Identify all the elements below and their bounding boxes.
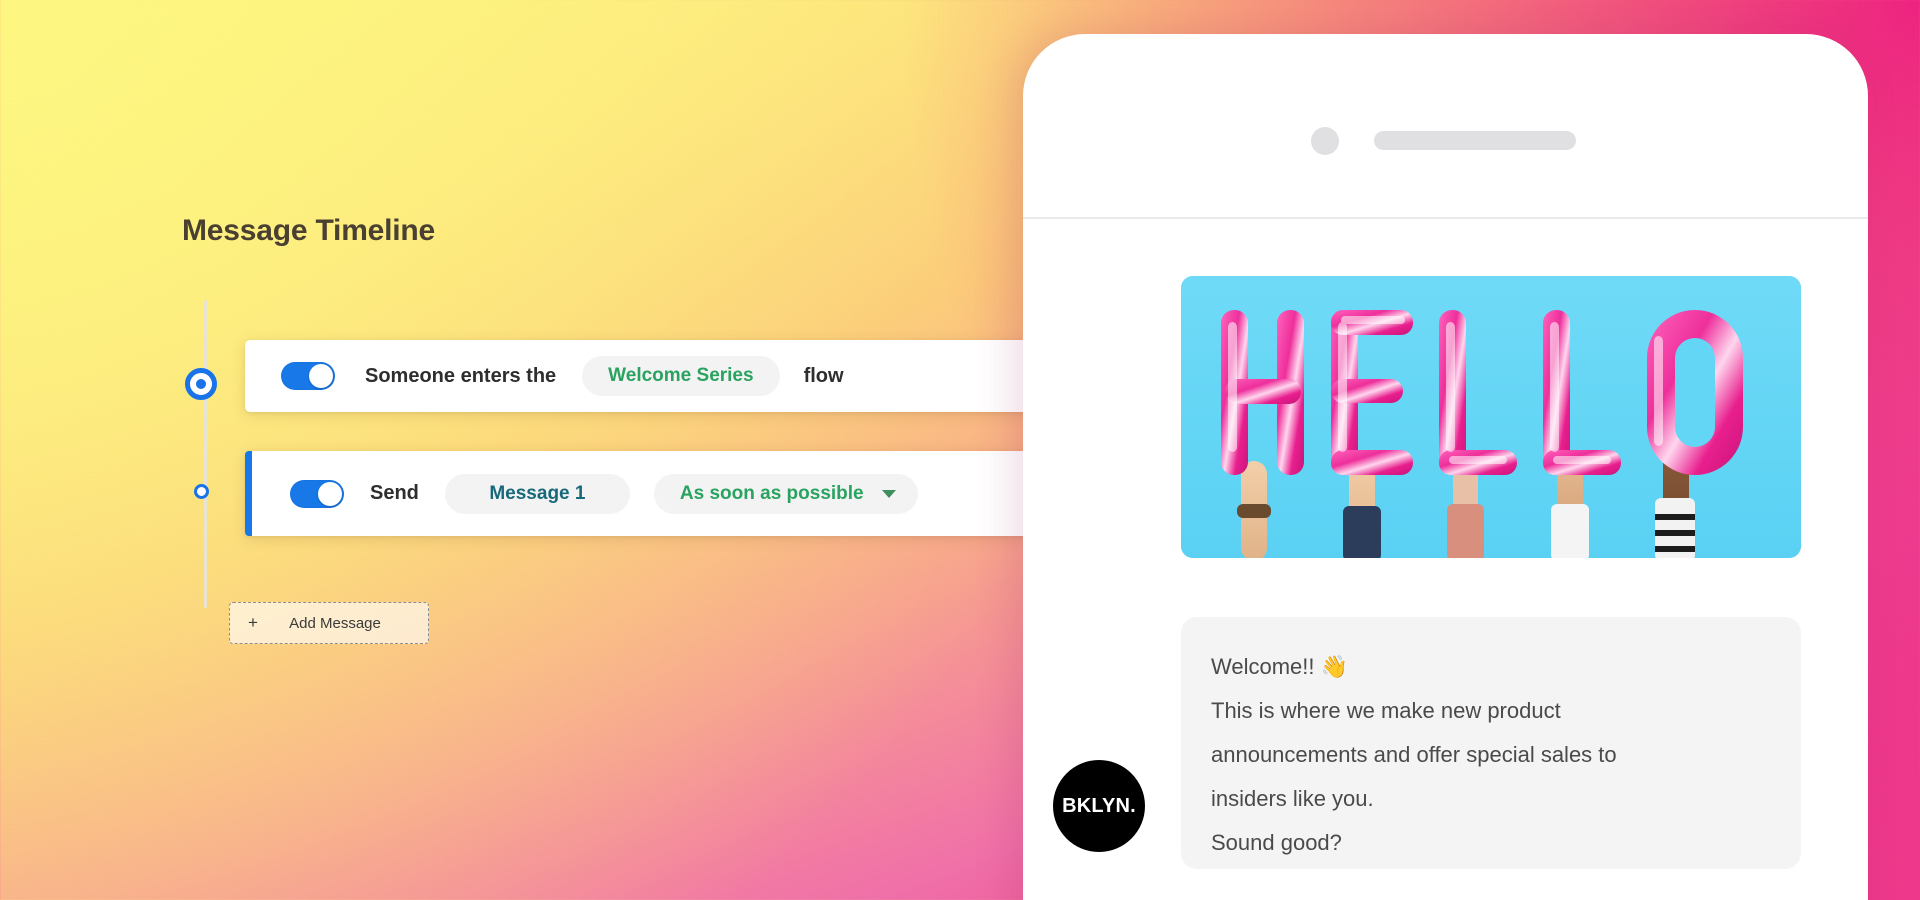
message-line: Sound good?	[1211, 830, 1342, 855]
message-preview-bubble: Welcome!! 👋 This is where we make new pr…	[1181, 617, 1801, 869]
timeline-panel: Message Timeline Someone enters the Welc…	[0, 0, 1085, 900]
send-action-label: Send	[370, 482, 419, 504]
timing-label: As soon as possible	[679, 482, 864, 504]
trigger-prefix-label: Someone enters the	[365, 364, 557, 387]
trigger-suffix-label: flow	[803, 364, 844, 387]
flow-name-pill[interactable]: Welcome Series	[582, 356, 780, 396]
timing-dropdown[interactable]: As soon as possible	[653, 473, 918, 514]
phone-mockup: Welcome!! 👋 This is where we make new pr…	[1023, 34, 1868, 900]
message-name-label: Message 1	[489, 482, 586, 504]
chevron-down-icon	[881, 489, 896, 498]
toggle-knob	[318, 481, 342, 506]
phone-speaker-icon	[1374, 131, 1576, 150]
message-line: Welcome!! 👋	[1211, 654, 1349, 679]
message-marker-ring-icon	[194, 484, 209, 499]
trigger-toggle[interactable]	[281, 362, 335, 390]
avatar: BKLYN.	[1053, 760, 1145, 852]
message-name-pill[interactable]: Message 1	[444, 473, 630, 514]
message-line: announcements and offer special sales to	[1211, 742, 1617, 767]
trigger-card[interactable]: Someone enters the Welcome Series flow	[245, 340, 1065, 412]
phone-camera-icon	[1311, 127, 1339, 155]
add-message-label: Add Message	[289, 614, 381, 632]
toggle-knob	[309, 364, 333, 388]
message-card[interactable]: Send Message 1 As soon as possible	[245, 451, 1085, 536]
flow-name-label: Welcome Series	[608, 365, 754, 386]
message-line: insiders like you.	[1211, 786, 1374, 811]
hello-balloons-image	[1181, 276, 1801, 558]
add-message-button[interactable]: + Add Message	[229, 602, 429, 644]
message-line: This is where we make new product	[1211, 698, 1561, 723]
plus-icon: +	[248, 613, 258, 632]
trigger-marker-bullseye-icon	[185, 368, 217, 400]
message-toggle[interactable]	[290, 479, 344, 508]
timeline-rail	[204, 300, 207, 608]
page-title: Message Timeline	[182, 214, 436, 247]
phone-header-divider	[1023, 217, 1868, 219]
